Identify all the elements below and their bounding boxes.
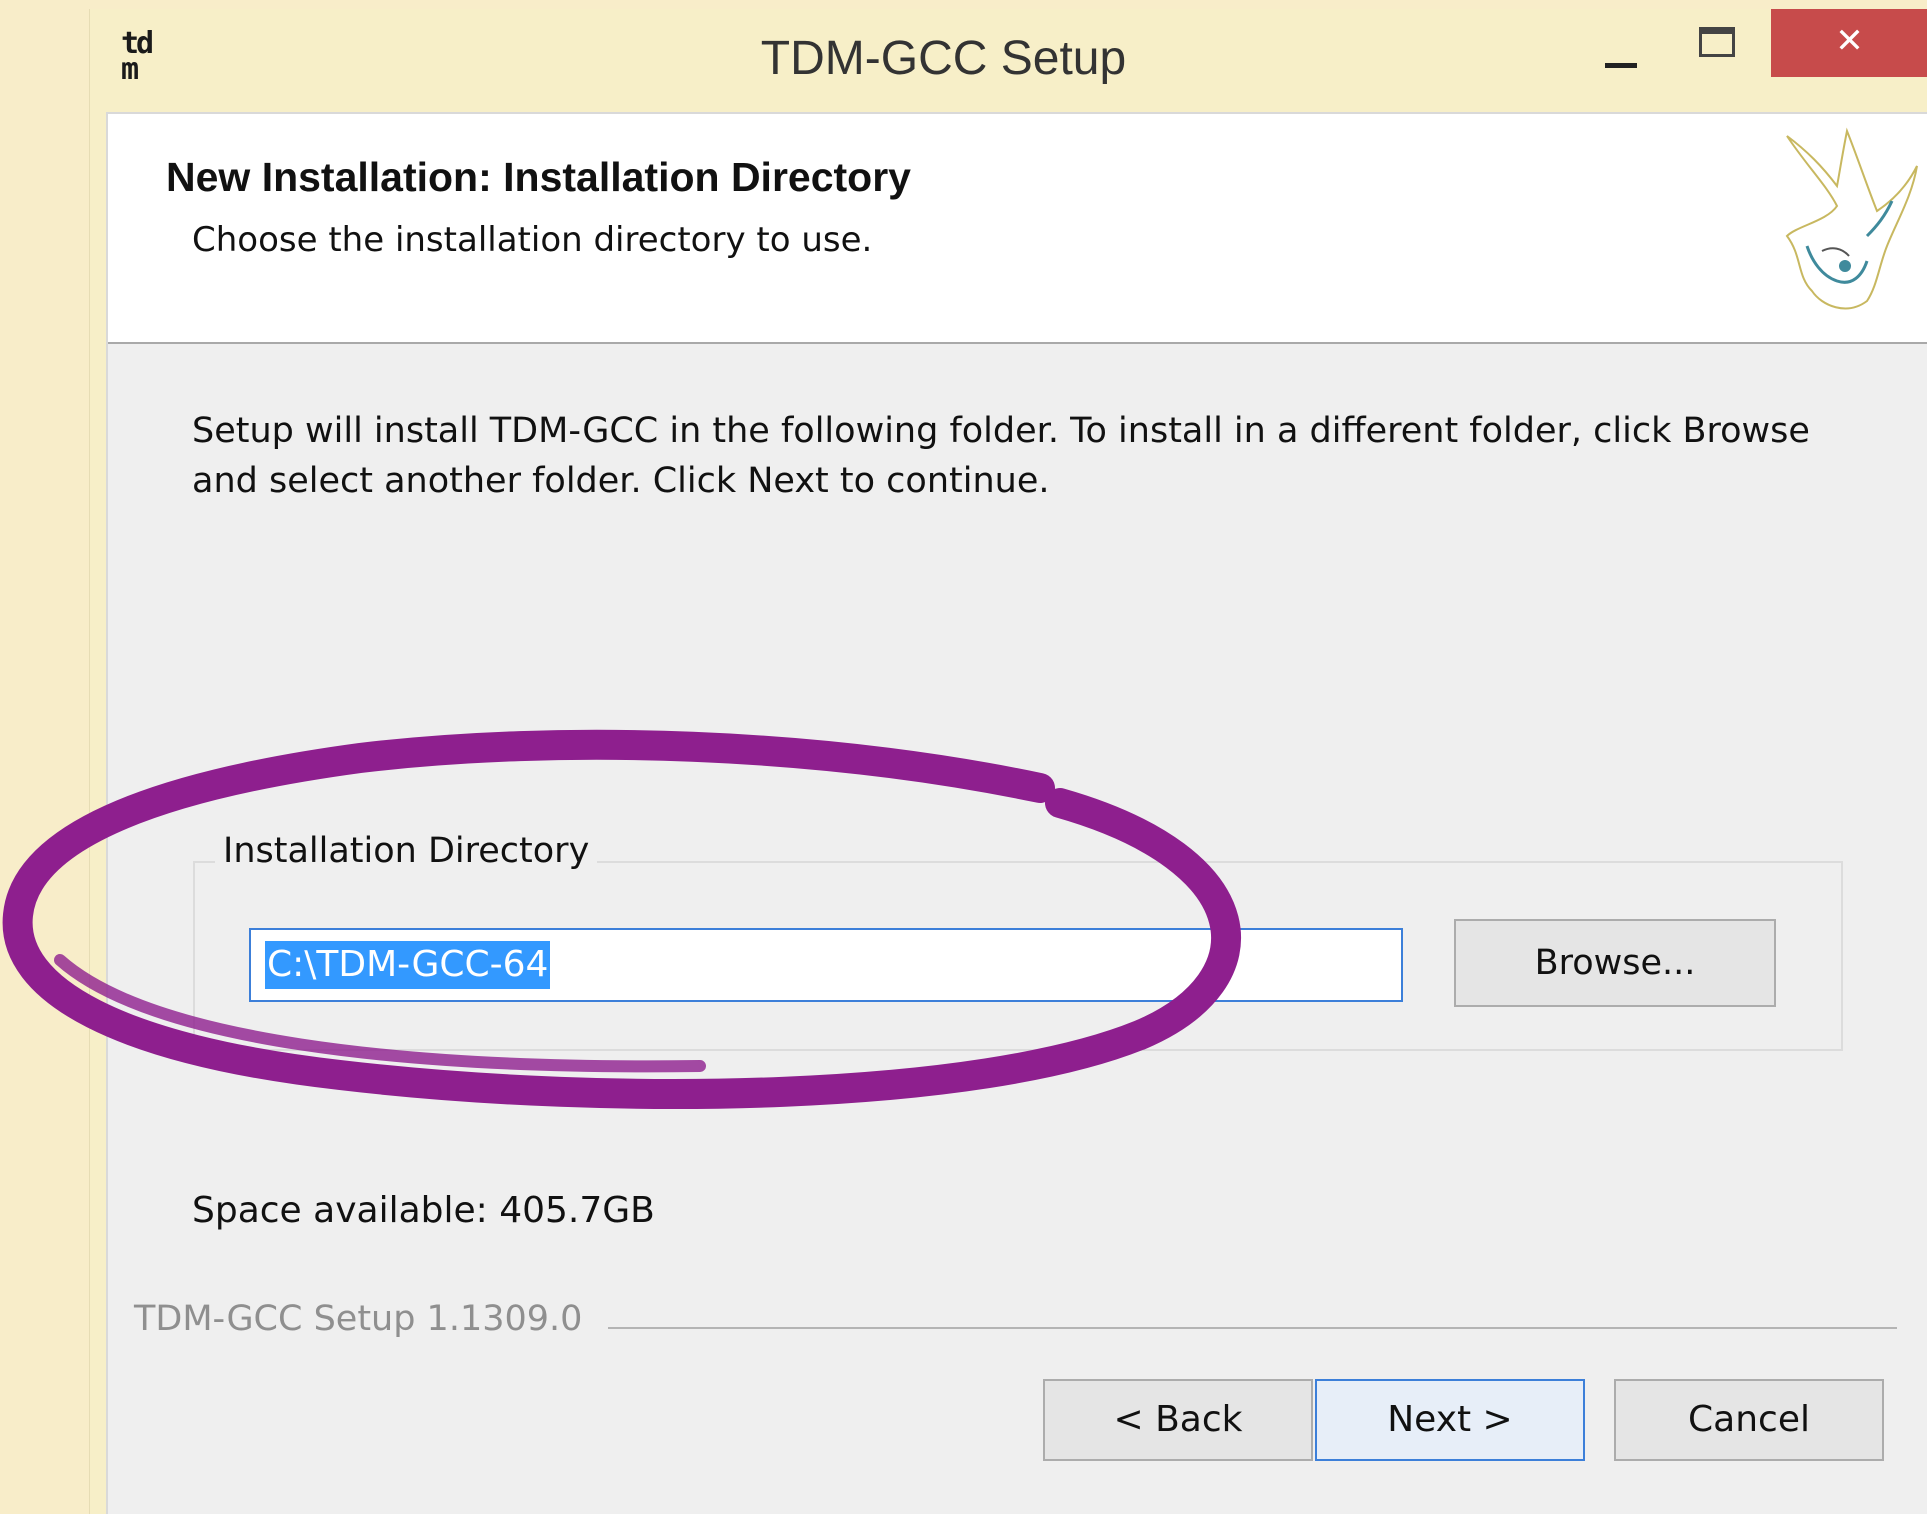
minimize-button[interactable] [1605,49,1665,79]
space-available: Space available: 405.7GB [192,1190,655,1231]
cancel-button[interactable]: Cancel [1614,1379,1884,1461]
page-title: New Installation: Installation Directory [166,154,911,200]
directory-input[interactable]: C:\TDM-GCC-64 [249,928,1403,1002]
version-label: TDM-GCC Setup 1.1309.0 [134,1299,601,1339]
wizard-client-area: New Installation: Installation Directory… [106,112,1927,1514]
wizard-header: New Installation: Installation Directory… [108,114,1927,344]
page-subtitle: Choose the installation directory to use… [192,220,873,260]
setup-window: td m TDM-GCC Setup ✕ New Installation: In… [89,9,1927,1514]
back-button[interactable]: < Back [1043,1379,1313,1461]
installation-directory-group: Installation Directory C:\TDM-GCC-64 Bro… [193,831,1843,1051]
browse-button[interactable]: Browse... [1454,919,1776,1007]
directory-value: C:\TDM-GCC-64 [265,941,551,989]
title-bar[interactable]: td m TDM-GCC Setup ✕ [90,9,1927,112]
next-button[interactable]: Next > [1315,1379,1585,1461]
close-icon: ✕ [1835,21,1864,61]
maximize-button[interactable] [1699,27,1735,57]
group-label: Installation Directory [215,831,598,871]
tdm-logo-icon [1785,127,1918,310]
install-description: Setup will install TDM-GCC in the follow… [192,411,1810,501]
close-button[interactable]: ✕ [1771,9,1927,77]
footer-divider [608,1327,1897,1329]
